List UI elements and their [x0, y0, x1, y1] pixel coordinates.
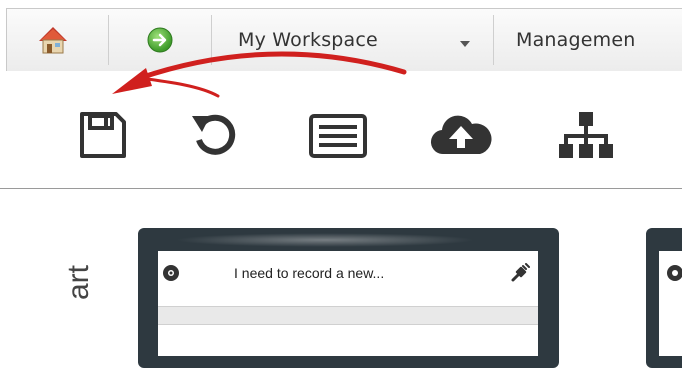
top-nav-bar: My Workspace Managemen — [6, 8, 682, 72]
my-workspace-label: My Workspace — [238, 29, 378, 51]
task-card-title: I need to record a new... — [234, 265, 385, 281]
card-2-gear-button[interactable] — [666, 264, 682, 282]
save-button[interactable] — [78, 110, 128, 164]
management-menu[interactable]: Managemen — [494, 9, 682, 71]
home-icon — [39, 27, 67, 54]
management-label: Managemen — [516, 29, 636, 51]
list-icon — [309, 114, 367, 158]
list-button[interactable] — [309, 114, 367, 162]
gear-icon — [667, 265, 682, 281]
vertical-section-label: art — [62, 264, 95, 300]
chevron-down-icon — [460, 41, 470, 47]
card-gear-button[interactable] — [162, 264, 180, 282]
my-workspace-menu[interactable]: My Workspace — [212, 9, 492, 71]
plug-icon — [511, 263, 530, 282]
home-button[interactable] — [19, 17, 89, 63]
save-icon — [80, 112, 126, 158]
forward-globe-icon — [147, 27, 173, 53]
undo-button[interactable] — [190, 110, 240, 164]
card-connect-button[interactable] — [510, 263, 530, 283]
cloud-upload-icon — [430, 115, 492, 155]
gear-icon — [163, 265, 179, 281]
org-chart-button[interactable] — [557, 110, 615, 166]
task-card-divider — [158, 306, 538, 325]
card-highlight — [175, 233, 475, 247]
org-chart-icon — [559, 112, 613, 158]
go-button[interactable] — [125, 17, 195, 63]
cloud-upload-button[interactable] — [430, 112, 492, 162]
undo-icon — [192, 114, 236, 155]
